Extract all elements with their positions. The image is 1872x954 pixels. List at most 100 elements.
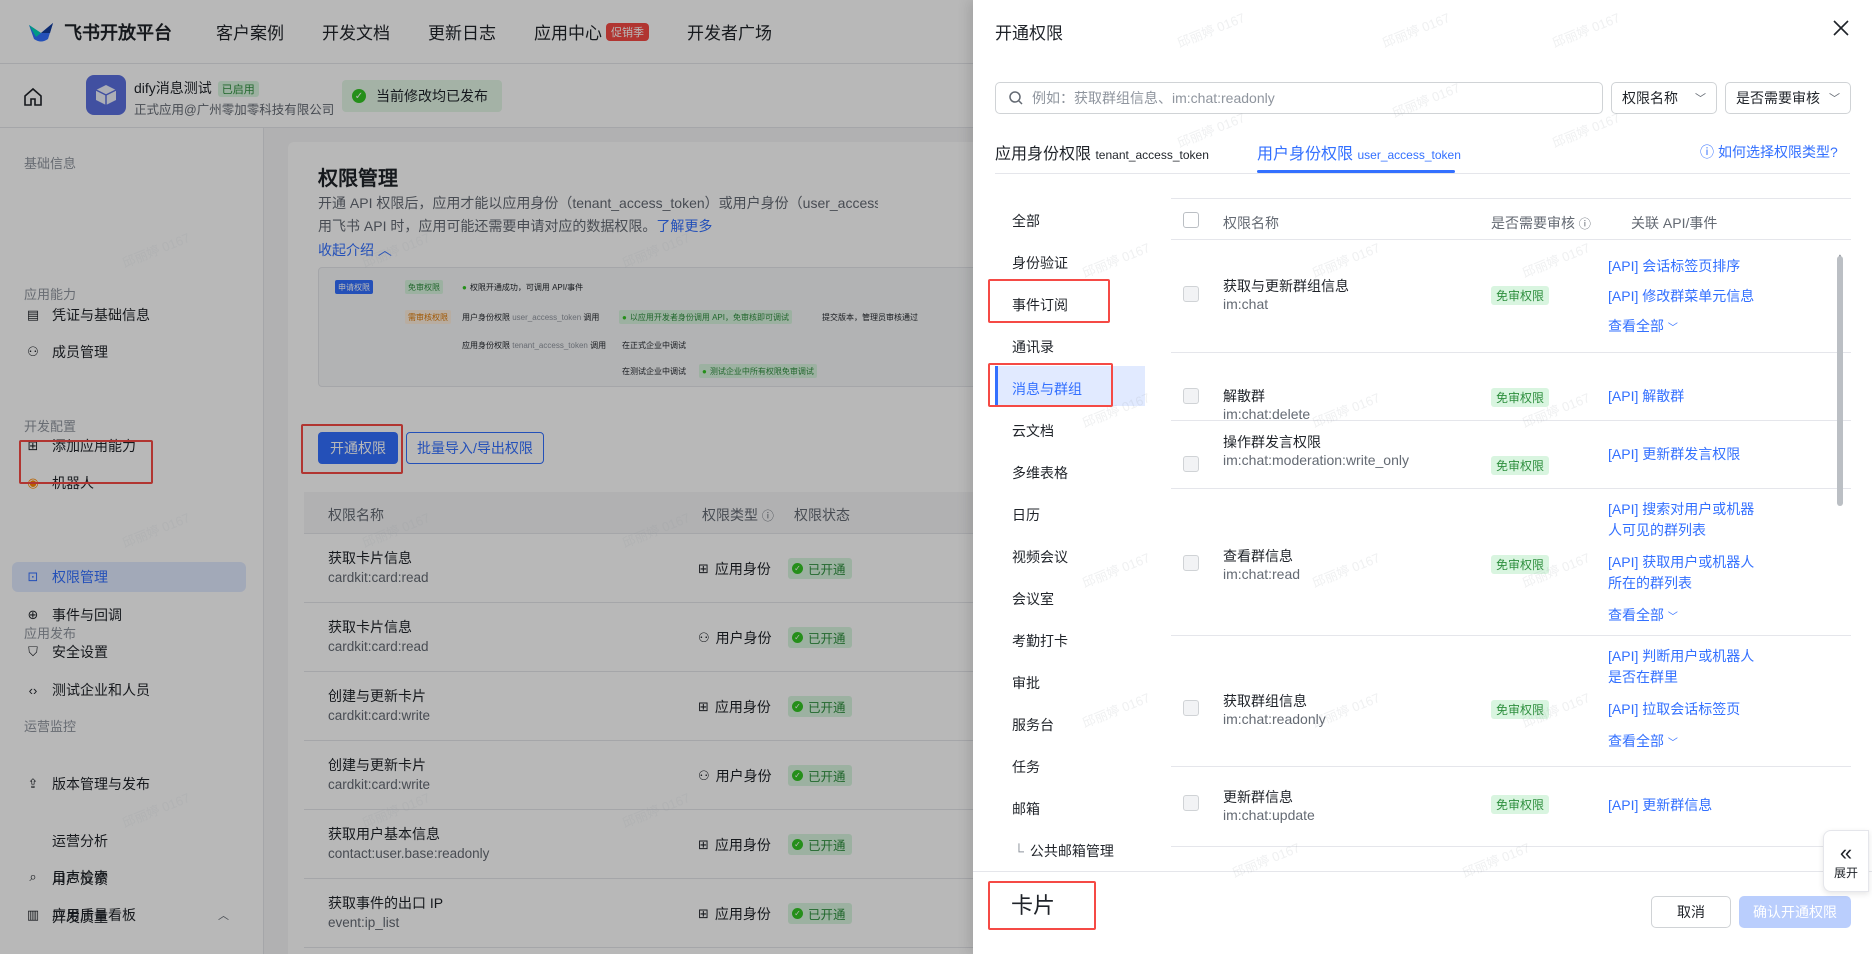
chevron-down-icon: ﹀ — [1695, 93, 1706, 105]
category-item[interactable]: 全部 — [1012, 211, 1040, 231]
tab-app-identity-label: 应用身份权限 — [995, 146, 1092, 163]
row-checkbox[interactable] — [1183, 795, 1199, 811]
category-item[interactable]: 通讯录 — [1012, 337, 1054, 357]
row-permission-name: 获取群组信息 — [1223, 693, 1307, 709]
tab-app-identity[interactable]: 应用身份权限 tenant_access_token — [995, 140, 1209, 164]
header-need-review: 是否需要审核 ⓘ — [1491, 213, 1591, 233]
review-badge: 免审权限 — [1491, 795, 1550, 814]
chevron-down-icon: ﹀ — [1667, 738, 1678, 749]
row-permission-code: im:chat:readonly — [1223, 711, 1326, 727]
chevron-down-icon: ﹀ — [1829, 93, 1840, 105]
permission-search-input[interactable] — [1032, 84, 1602, 112]
highlight-box-message-group — [988, 363, 1113, 407]
category-item[interactable]: 会议室 — [1012, 589, 1054, 609]
permission-search — [995, 82, 1603, 114]
header-permission-name: 权限名称 — [1223, 215, 1279, 231]
help-circle-icon: ⓘ — [1700, 144, 1714, 160]
row-checkbox[interactable] — [1183, 700, 1199, 716]
category-item[interactable]: 日历 — [1012, 505, 1040, 525]
chevron-down-icon: ﹀ — [1667, 323, 1678, 334]
tab-user-identity[interactable]: 用户身份权限 user_access_token — [1257, 140, 1461, 164]
related-api-link[interactable]: [API] 拉取会话标签页 — [1608, 699, 1768, 720]
permission-row: 解散群 im:chat:delete 免审权限 [API] 解散群 — [1171, 353, 1851, 422]
row-permission-code: im:chat — [1223, 296, 1269, 312]
row-permission-name: 解散群 — [1223, 388, 1265, 404]
search-icon — [1009, 91, 1023, 105]
related-api-link[interactable]: [API] 更新群发言权限 — [1608, 444, 1768, 465]
row-checkbox[interactable] — [1183, 456, 1199, 472]
related-api-link[interactable]: [API] 更新群信息 — [1608, 795, 1768, 816]
permission-row: 更新群信息 im:chat:update 免审权限 [API] 更新群信息 — [1171, 767, 1851, 847]
category-item[interactable]: 身份验证 — [1012, 253, 1068, 273]
view-all-label: 查看全部 — [1608, 607, 1664, 623]
review-badge: 免审权限 — [1491, 286, 1550, 305]
close-icon[interactable] — [1829, 16, 1853, 40]
active-tab-indicator — [1257, 170, 1455, 173]
review-filter-select[interactable]: 是否需要审核 ﹀ — [1725, 82, 1851, 114]
tab-app-identity-token: tenant_access_token — [1095, 148, 1209, 162]
category-item[interactable]: 多维表格 — [1012, 463, 1068, 483]
question-icon[interactable]: ⓘ — [1579, 217, 1591, 231]
review-badge: 免审权限 — [1491, 700, 1550, 719]
permission-row: 操作群发言权限 im:chat:moderation:write_only 免审权限… — [1171, 421, 1851, 489]
row-permission-code: im:chat:delete — [1223, 406, 1311, 422]
row-permission-name: 查看群信息 — [1223, 548, 1293, 564]
category-item[interactable]: └ 公共邮箱管理 — [1014, 841, 1114, 861]
review-badge: 免审权限 — [1491, 456, 1550, 475]
related-api-link[interactable]: [API] 获取用户或机器人所在的群列表 — [1608, 552, 1768, 594]
permission-row: 获取群组信息 im:chat:readonly 免审权限 [API] 判断用户或机器人… — [1171, 636, 1851, 767]
category-item[interactable]: 考勤打卡 — [1012, 631, 1068, 651]
related-api-link[interactable]: [API] 搜索对用户或机器人可见的群列表 — [1608, 499, 1768, 541]
confirm-open-permission-button[interactable]: 确认开通权限 — [1739, 896, 1851, 928]
review-filter-select-value: 是否需要审核 — [1736, 90, 1820, 106]
view-all-link[interactable]: 查看全部 ﹀ — [1608, 605, 1768, 628]
drawer-scrollbar[interactable] — [1837, 256, 1843, 506]
header-related-api: 关联 API/事件 — [1631, 215, 1718, 231]
drawer-footer: 卡片 取消 确认开通权限 — [973, 871, 1872, 954]
permission-type-help-link[interactable]: ⓘ 如何选择权限类型? — [1700, 142, 1838, 162]
expand-panel-button[interactable]: «展开 — [1823, 830, 1869, 892]
related-api-link[interactable]: [API] 判断用户或机器人是否在群里 — [1608, 646, 1768, 688]
view-all-label: 查看全部 — [1608, 733, 1664, 749]
drawer-permission-table: 权限名称 是否需要审核 ⓘ 关联 API/事件 获取与更新群组信息 im:chat… — [1171, 198, 1851, 871]
modal-overlay[interactable] — [0, 0, 973, 954]
category-item[interactable]: 视频会议 — [1012, 547, 1068, 567]
category-item[interactable]: 任务 — [1012, 757, 1040, 777]
related-api-link[interactable]: [API] 会话标签页排序 — [1608, 256, 1768, 277]
chevron-down-icon: ﹀ — [1667, 612, 1678, 623]
highlight-box-footer-input — [988, 881, 1096, 930]
drawer-title: 开通权限 — [995, 24, 1063, 43]
drawer-table-header: 权限名称 是否需要审核 ⓘ 关联 API/事件 — [1171, 198, 1851, 240]
row-permission-code: im:chat:moderation:write_only — [1223, 452, 1409, 468]
expand-label: 展开 — [1833, 865, 1858, 880]
category-item[interactable]: 审批 — [1012, 673, 1040, 693]
view-all-link[interactable]: 查看全部 ﹀ — [1608, 316, 1768, 339]
row-checkbox[interactable] — [1183, 286, 1199, 302]
permission-row: 获取与更新群组信息 im:chat 免审权限 [API] 会话标签页排序 [API] 修… — [1171, 240, 1851, 353]
review-badge: 免审权限 — [1491, 555, 1550, 574]
view-all-label: 查看全部 — [1608, 318, 1664, 334]
cancel-button[interactable]: 取消 — [1651, 896, 1731, 928]
header-need-review-label: 是否需要审核 — [1491, 215, 1575, 231]
highlight-box-event-subscription — [988, 279, 1110, 323]
row-checkbox[interactable] — [1183, 555, 1199, 571]
related-api-link[interactable]: [API] 解散群 — [1608, 386, 1768, 407]
review-badge: 免审权限 — [1491, 388, 1550, 407]
tab-user-identity-token: user_access_token — [1357, 148, 1461, 162]
double-chevron-left-icon: « — [1839, 839, 1853, 865]
view-all-link[interactable]: 查看全部 ﹀ — [1608, 731, 1768, 754]
row-permission-name: 更新群信息 — [1223, 789, 1293, 805]
category-item[interactable]: 云文档 — [1012, 421, 1054, 441]
search-field-select[interactable]: 权限名称 ﹀ — [1611, 82, 1717, 114]
tree-branch-icon: └ — [1014, 843, 1024, 859]
permission-row: 查看群信息 im:chat:read 免审权限 [API] 搜索对用户或机器人可见的群… — [1171, 489, 1851, 636]
row-checkbox[interactable] — [1183, 388, 1199, 404]
category-item[interactable]: 服务台 — [1012, 715, 1054, 735]
related-api-link[interactable]: [API] 修改群菜单元信息 — [1608, 286, 1768, 307]
select-all-checkbox[interactable] — [1183, 212, 1199, 228]
row-permission-name: 获取与更新群组信息 — [1223, 278, 1349, 294]
category-item-label: 公共邮箱管理 — [1029, 843, 1114, 859]
row-permission-code: im:chat:update — [1223, 807, 1315, 823]
row-permission-name: 操作群发言权限 — [1223, 434, 1321, 450]
category-item[interactable]: 邮箱 — [1012, 799, 1040, 819]
